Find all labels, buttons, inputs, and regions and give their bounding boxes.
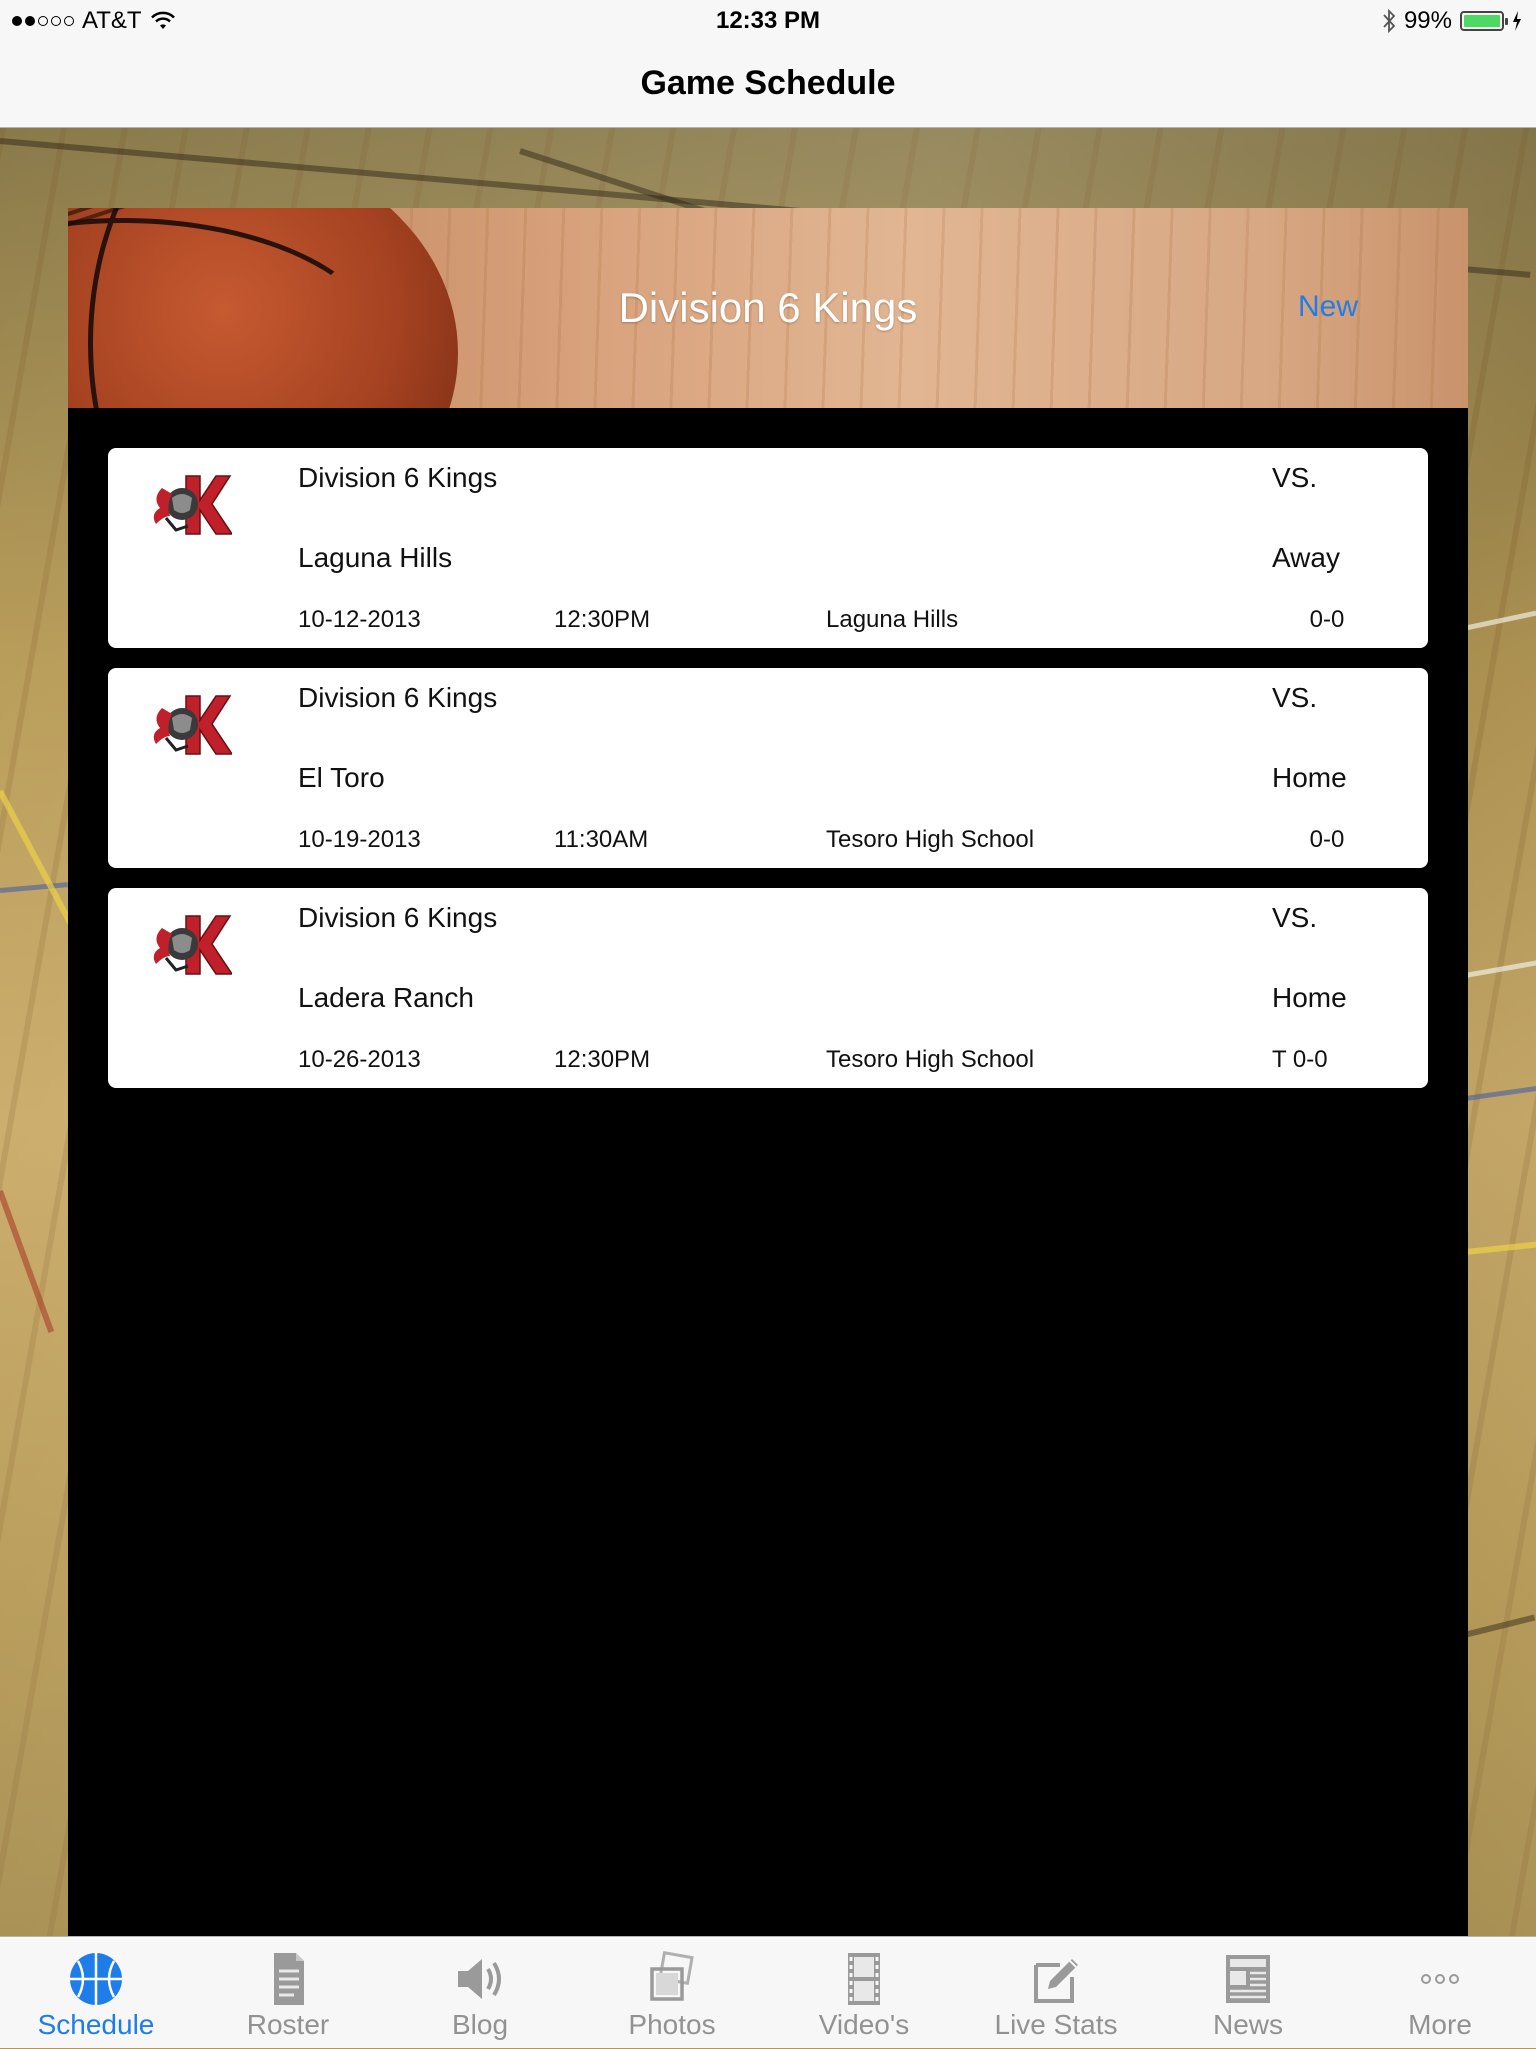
bluetooth-icon [1383,9,1396,33]
home-away-label: Away [1272,542,1340,573]
film-icon [848,1953,880,2005]
battery-level-fill [1464,15,1500,27]
tab-label: Live Stats [994,2009,1118,2040]
edit-icon [1034,1959,1078,2003]
kings-logo-icon [153,475,232,535]
tab-label: Roster [246,2009,330,2040]
tab-live-stats[interactable]: Live Stats [960,1937,1152,2049]
panel-header: Division 6 Kings New [68,208,1468,408]
game-date: 10-12-2013 [298,606,421,633]
team-title: Division 6 Kings [618,284,918,331]
tab-blog[interactable]: Blog [384,1937,576,2049]
tab-label: Schedule [37,2009,155,2040]
status-time: 12:33 PM [715,7,821,34]
tab-schedule[interactable]: Schedule [0,1937,192,2049]
game-date: 10-26-2013 [298,1046,421,1073]
kings-logo-icon [153,695,232,755]
home-away-label: Home [1272,762,1347,793]
schedule-panel: Division 6 Kings New Division 6 Kings VS… [68,208,1468,1936]
tab-label: Blog [451,2009,509,2040]
game-time: 12:30PM [554,1046,651,1073]
tab-news[interactable]: News [1152,1937,1344,2049]
vs-label: VS. [1272,902,1318,933]
game-date: 10-19-2013 [298,826,421,853]
photos-icon [650,1951,694,2001]
opponent-name: El Toro [298,762,385,793]
more-icon [1421,1974,1459,1984]
game-time: 11:30AM [554,826,649,853]
kings-logo-icon [153,915,232,975]
game-location: Tesoro High School [826,826,1035,853]
tab-label: News [1212,2009,1283,2040]
basketball-icon [70,1953,122,2005]
document-icon [274,1953,304,2005]
team-name: Division 6 Kings [298,682,498,713]
status-right: 99% [1382,7,1522,35]
game-card[interactable]: Division 6 Kings VS. Ladera Ranch Home 1… [108,888,1428,1088]
game-score: T 0-0 [1272,1046,1328,1073]
status-bar: AT&T 12:33 PM 99% [0,0,1536,42]
navigation-bar: Game Schedule [0,42,1536,128]
tab-label: More [1408,2009,1472,2040]
speaker-icon [458,1959,501,1999]
game-location: Tesoro High School [826,1046,1035,1073]
opponent-name: Ladera Ranch [298,982,474,1013]
opponent-name: Laguna Hills [298,542,453,573]
newspaper-icon [1226,1955,1270,2003]
game-score: 0-0 [1309,606,1345,633]
home-away-label: Home [1272,982,1347,1013]
game-card[interactable]: Division 6 Kings VS. El Toro Home 10-19-… [108,668,1428,868]
game-location: Laguna Hills [826,606,959,633]
battery-percent: 99% [1403,7,1452,34]
team-name: Division 6 Kings [298,462,498,493]
tab-more[interactable]: More [1344,1937,1536,2049]
new-game-button[interactable]: New [1298,290,1358,324]
game-score: 0-0 [1309,826,1345,853]
page-title: Game Schedule [640,64,896,102]
charging-icon [1513,11,1521,31]
tab-bar: Schedule Roster Blog Photos Video's Live… [0,1936,1536,2048]
tab-label: Video's [818,2009,910,2040]
vs-label: VS. [1272,462,1318,493]
game-time: 12:30PM [554,606,651,633]
tab-label: Photos [628,2009,716,2040]
tab-videos[interactable]: Video's [768,1937,960,2049]
game-card[interactable]: Division 6 Kings VS. Laguna Hills Away 1… [108,448,1428,648]
team-name: Division 6 Kings [298,902,498,933]
battery-icon [1460,11,1508,31]
tab-photos[interactable]: Photos [576,1937,768,2049]
vs-label: VS. [1272,682,1318,713]
tab-roster[interactable]: Roster [192,1937,384,2049]
